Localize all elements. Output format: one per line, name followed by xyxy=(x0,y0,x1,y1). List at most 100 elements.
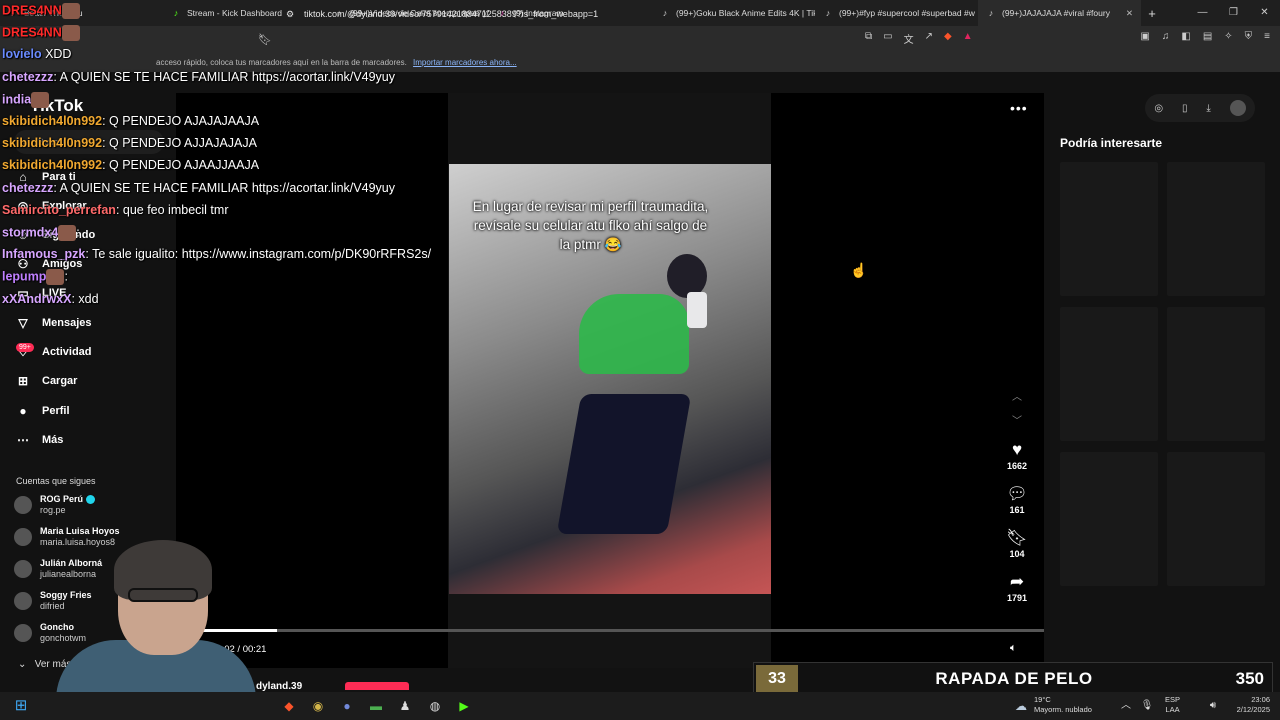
chat-message: stormdx4: xyxy=(2,225,80,241)
recommend-tile[interactable] xyxy=(1167,452,1265,586)
cast-icon[interactable]: ▭ xyxy=(883,31,892,46)
verified-icon xyxy=(85,495,95,505)
chat-username: stormdx4 xyxy=(2,225,59,240)
wallet-icon[interactable]: ▤ xyxy=(1203,31,1212,42)
hand-cursor-icon: ☝ xyxy=(850,262,868,278)
chat-text: : xyxy=(64,269,68,284)
share-page-icon[interactable]: ↗ xyxy=(925,31,933,46)
comment-icon[interactable]: 💬︎ xyxy=(1004,484,1030,504)
avatar xyxy=(14,560,32,578)
url-text[interactable]: tiktok.com/@dyland.39/video/757914218847… xyxy=(304,9,598,19)
lang-primary: ESP xyxy=(1165,695,1181,704)
speaker-icon[interactable]: 🔊︎ xyxy=(1204,697,1222,715)
language-indicator[interactable]: ESP LAA xyxy=(1165,695,1180,715)
video-progress-bar[interactable] xyxy=(196,629,1044,632)
window-controls: — ❐ ✕ xyxy=(1187,0,1280,26)
next-video-icon[interactable]: ﹀ xyxy=(1012,412,1022,427)
account-handle: rog.pe xyxy=(40,505,66,515)
chat-username: chetezzz xyxy=(2,69,54,84)
vpn-icon[interactable]: ⛨ xyxy=(1245,31,1253,42)
chat-message: skibidich4l0n992: Q PENDEJO AJJAJAJAJA xyxy=(2,136,257,150)
microphone-icon[interactable]: 🎙︎ xyxy=(1138,697,1156,715)
chat-message: skibidich4l0n992: Q PENDEJO AJAAJJAAJA xyxy=(2,158,259,172)
chat-message: skibidich4l0n992: Q PENDEJO AJAJAJAAJA xyxy=(2,114,259,128)
address-bar[interactable]: ⚙ tiktok.com/@dyland.39/video/7579142188… xyxy=(282,4,1002,24)
chat-text: : xyxy=(76,225,80,240)
translate-icon[interactable]: 文 xyxy=(904,31,914,46)
following-account[interactable]: ROG Perú rog.pe xyxy=(14,494,95,516)
heart-action[interactable]: ♥ 1662 xyxy=(1004,440,1030,471)
nav-label: Perfil xyxy=(42,405,70,417)
brave-taskbar-icon[interactable]: ◆ xyxy=(280,697,298,715)
share-action[interactable]: ➦ 1791 xyxy=(1004,572,1030,603)
avatar xyxy=(14,496,32,514)
action-count: 1791 xyxy=(1006,593,1028,603)
import-bookmarks-link[interactable]: Importar marcadores ahora... xyxy=(413,58,517,67)
weather-icon[interactable]: ☁ xyxy=(1012,697,1030,715)
tab-title: Stream - Kick Dashboard xyxy=(187,8,282,18)
kick-taskbar-icon[interactable]: ▶ xyxy=(455,697,473,715)
avatar[interactable] xyxy=(1229,100,1246,116)
tray-chevron-icon[interactable]: ︿ xyxy=(1117,697,1135,715)
new-tab-icon[interactable]: + xyxy=(1141,6,1163,21)
device-icon[interactable]: ▯ xyxy=(1182,103,1188,114)
download-icon[interactable]: ⤓ xyxy=(1206,103,1210,114)
music-icon[interactable]: ♫ xyxy=(1162,31,1170,42)
site-info-icon[interactable]: ⚙ xyxy=(286,9,294,20)
brave-rewards-icon[interactable]: ▲ xyxy=(963,31,973,46)
bookmark-action[interactable]: 🔖︎ 104 xyxy=(1004,528,1030,559)
volume-icon[interactable]: 🔈︎ xyxy=(1010,642,1017,655)
chevron-down-icon: ⌄ xyxy=(18,659,27,670)
windows-start-icon[interactable]: ⊞ xyxy=(12,697,30,715)
heart-icon[interactable]: ♥ xyxy=(1004,440,1030,460)
nav-label: Más xyxy=(42,434,64,446)
terminal-taskbar-icon[interactable]: ▬ xyxy=(367,697,385,715)
chat-message: DRES4NN xyxy=(2,3,80,19)
nav-item-mensajes[interactable]: ▽ Mensajes xyxy=(16,316,91,330)
more-options-icon[interactable]: ••• xyxy=(1010,100,1028,116)
leo-icon[interactable]: ✧ xyxy=(1224,31,1232,42)
sidebar-icon[interactable]: ▣ xyxy=(1140,31,1149,42)
app2-taskbar-icon[interactable]: ♟ xyxy=(396,697,414,715)
brave-shield-icon[interactable]: ◆ xyxy=(944,31,952,46)
nav-item-ms[interactable]: ⋯ Más xyxy=(16,433,63,447)
browser-tab[interactable]: ♪ (99+)JAJAJAJA #viral #foury ✕ xyxy=(978,0,1141,26)
tab-close-icon[interactable]: ✕ xyxy=(1126,8,1133,19)
chat-username: Samircito_perrefan xyxy=(2,202,116,217)
obs-taskbar-icon[interactable]: ◍ xyxy=(426,697,444,715)
recommend-tile[interactable] xyxy=(1060,162,1158,296)
follow-button[interactable] xyxy=(345,682,409,690)
nav-item-perfil[interactable]: ● Perfil xyxy=(16,404,70,418)
chat-username: skibidich4l0n992 xyxy=(2,114,103,128)
close-window-icon[interactable]: ✕ xyxy=(1249,0,1280,26)
restore-icon[interactable]: ❐ xyxy=(1218,0,1249,26)
discord-taskbar-icon[interactable]: ● xyxy=(338,697,356,715)
recommend-tile[interactable] xyxy=(1060,307,1158,441)
reader-icon[interactable]: ⧉ xyxy=(865,31,872,46)
menu-icon[interactable]: ≡ xyxy=(1264,31,1270,42)
profile-icon: ● xyxy=(19,404,27,418)
comment-action[interactable]: 💬︎ 161 xyxy=(1004,484,1030,515)
weather-widget[interactable]: 19°C Mayorm. nublado xyxy=(1034,695,1092,715)
chat-username: chetezzz xyxy=(2,180,54,195)
chat-username: skibidich4l0n992 xyxy=(2,158,103,173)
share-icon[interactable]: ➦ xyxy=(1004,572,1030,592)
panel-icon[interactable]: ◧ xyxy=(1181,31,1190,42)
video-area[interactable]: En lugar de revisar mi perfil traumadita… xyxy=(176,93,1044,668)
video-author-handle[interactable]: dyland.39 xyxy=(256,681,302,692)
coins-icon[interactable]: ◎ xyxy=(1154,103,1163,114)
recommend-tile[interactable] xyxy=(1167,162,1265,296)
clock[interactable]: 23:06 2/12/2025 xyxy=(1228,695,1270,715)
chat-message: lovielo XDD xyxy=(2,47,71,61)
recommend-title: Podría interesarte xyxy=(1060,136,1163,150)
chat-emote xyxy=(46,269,65,286)
bookmark-icon[interactable]: 🔖︎ xyxy=(1004,528,1030,548)
app-taskbar-icon[interactable]: ◉ xyxy=(309,697,327,715)
message-icon: ▽ xyxy=(18,316,28,330)
previous-video-icon[interactable]: ︿ xyxy=(1012,388,1022,403)
recommend-tile[interactable] xyxy=(1060,452,1158,586)
minimize-icon[interactable]: — xyxy=(1187,0,1218,26)
bookmark-icon[interactable]: 🔖︎ xyxy=(258,33,272,46)
recommend-tile[interactable] xyxy=(1167,307,1265,441)
nav-item-cargar[interactable]: ⊞ Cargar xyxy=(16,374,78,388)
